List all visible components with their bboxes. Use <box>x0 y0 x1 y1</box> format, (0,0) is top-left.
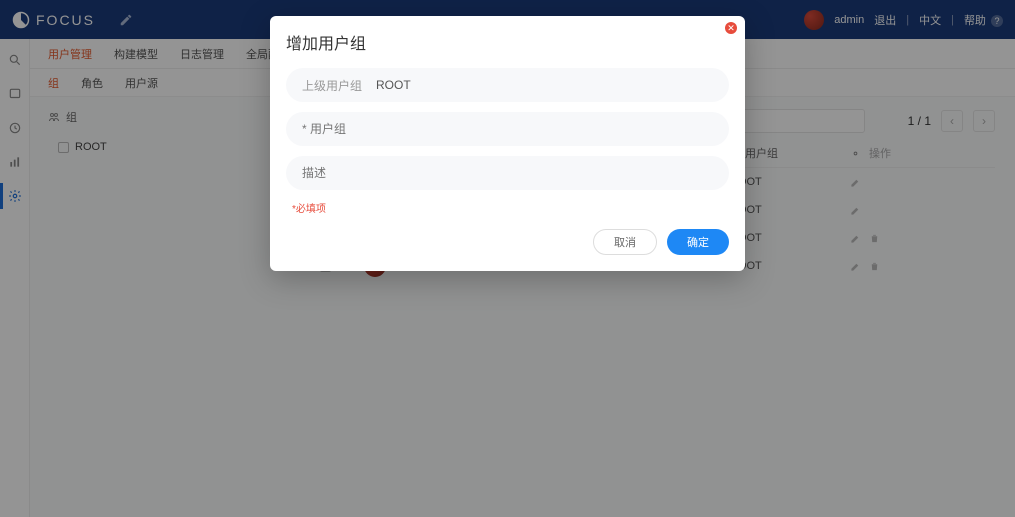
add-group-modal: ✕ 增加用户组 上级用户组 ROOT *必填项 取消 确定 <box>270 16 745 271</box>
parent-group-value: ROOT <box>376 78 411 92</box>
modal-actions: 取消 确定 <box>286 229 729 255</box>
modal-close-button[interactable]: ✕ <box>725 22 737 34</box>
modal-title: 增加用户组 <box>286 30 729 54</box>
group-name-field <box>286 112 729 146</box>
required-note: *必填项 <box>292 200 729 215</box>
description-field <box>286 156 729 190</box>
cancel-button[interactable]: 取消 <box>593 229 657 255</box>
group-name-input[interactable] <box>302 122 713 136</box>
parent-group-label: 上级用户组 <box>302 77 362 94</box>
description-input[interactable] <box>302 166 713 180</box>
parent-group-field[interactable]: 上级用户组 ROOT <box>286 68 729 102</box>
ok-button[interactable]: 确定 <box>667 229 729 255</box>
